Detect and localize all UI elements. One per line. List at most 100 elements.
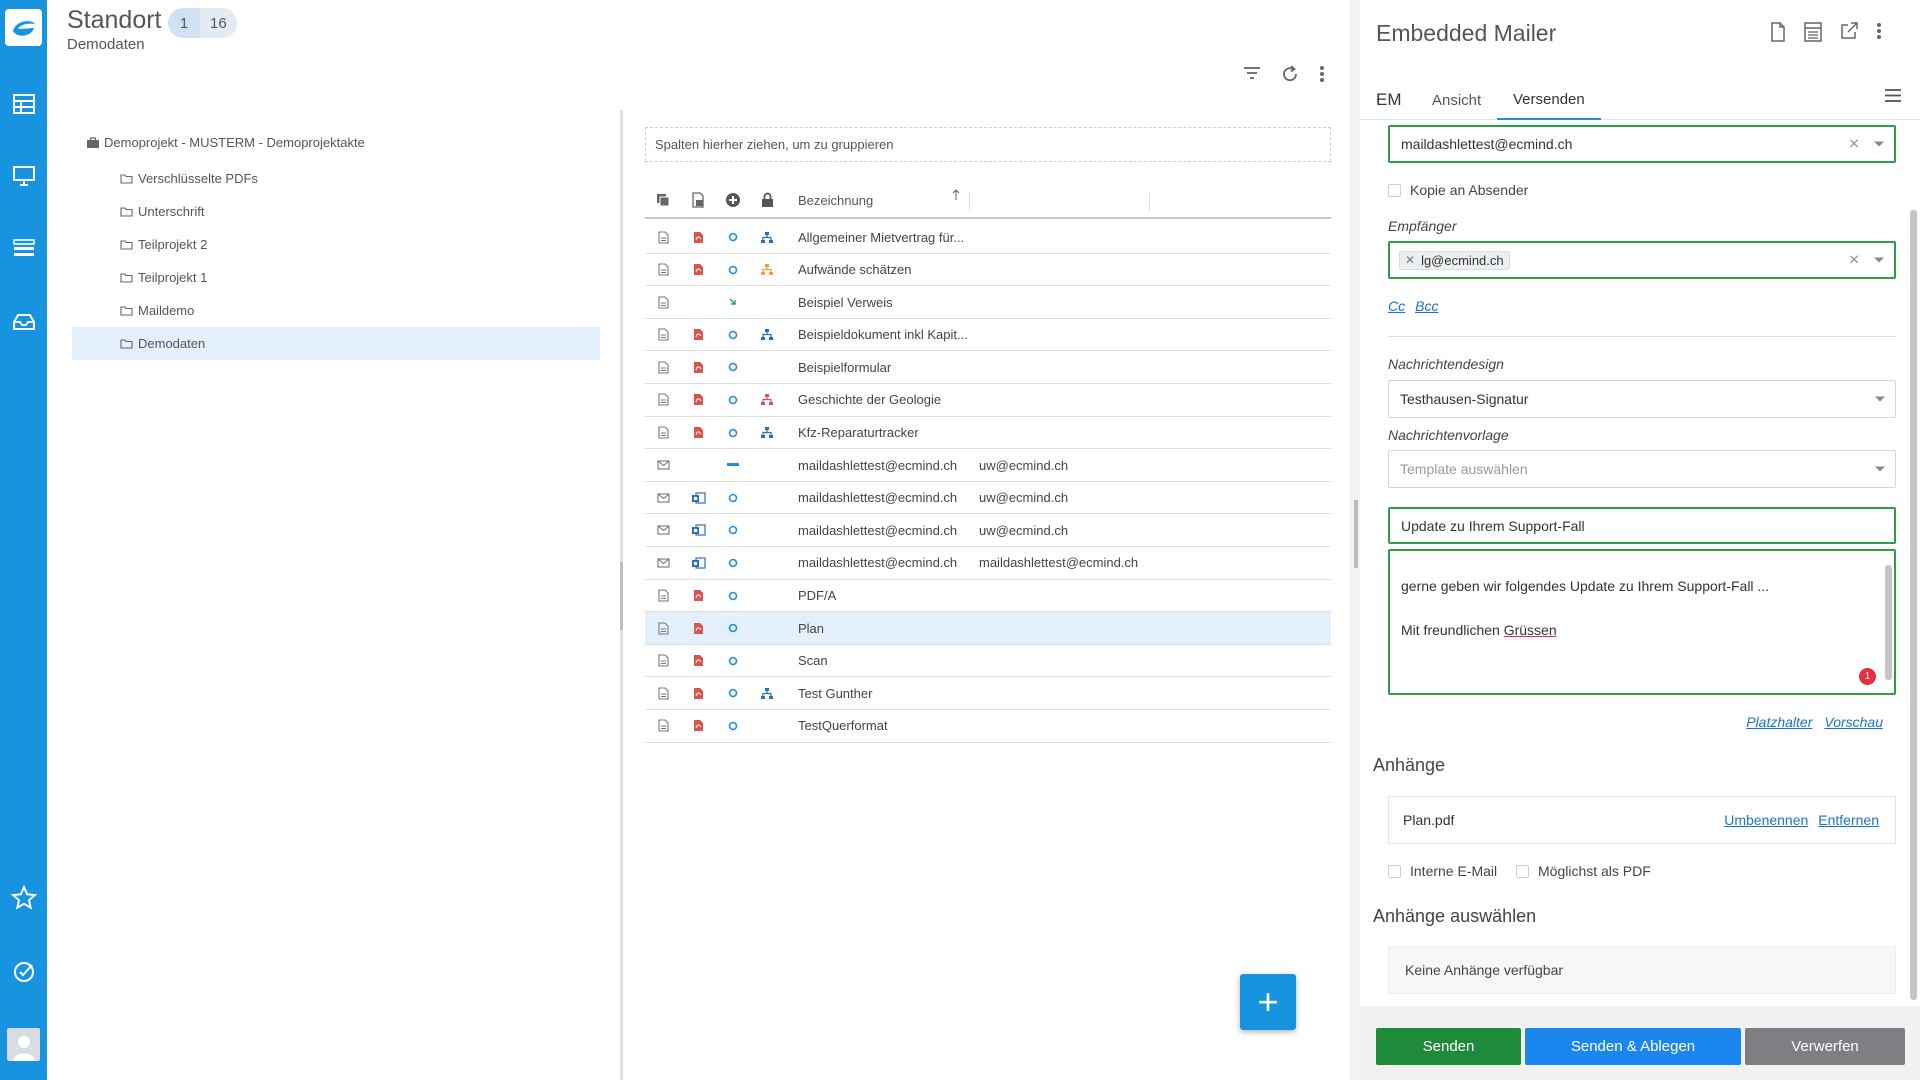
bcc-link[interactable]: Bcc bbox=[1415, 298, 1438, 314]
table-row[interactable]: Beispiel Verweis bbox=[645, 286, 1331, 319]
table-row[interactable]: Kfz-Reparaturtracker bbox=[645, 417, 1331, 450]
editor-scrollbar[interactable] bbox=[1885, 565, 1892, 680]
clear-icon[interactable]: ✕ bbox=[1848, 136, 1860, 153]
count-badge-1[interactable]: 1 bbox=[168, 8, 200, 38]
table-row[interactable]: maildashlettest@ecmind.ch uw@ecmind.ch bbox=[645, 449, 1331, 482]
send-button[interactable]: Senden bbox=[1376, 1028, 1521, 1065]
tree-item[interactable]: Teilprojekt 2 bbox=[72, 228, 600, 261]
subject-input[interactable]: Update zu Ihrem Support-Fall bbox=[1388, 507, 1896, 544]
cc-link[interactable]: Cc bbox=[1388, 298, 1405, 314]
monitor-icon[interactable] bbox=[0, 156, 47, 196]
design-label: Nachrichtendesign bbox=[1388, 356, 1504, 372]
chevron-down-icon[interactable] bbox=[1875, 396, 1885, 402]
group-drop-zone[interactable]: Spalten hierher ziehen, um zu gruppieren bbox=[645, 127, 1331, 162]
logo-icon[interactable] bbox=[5, 9, 42, 46]
tree-item[interactable]: Verschlüsselte PDFs bbox=[72, 162, 600, 195]
inbox-icon[interactable] bbox=[0, 302, 47, 342]
template-select[interactable]: Template auswählen bbox=[1388, 450, 1896, 488]
pane-divider[interactable] bbox=[620, 110, 623, 1080]
star-icon[interactable] bbox=[0, 878, 47, 918]
table-row[interactable]: Aufwände schätzen bbox=[645, 254, 1331, 287]
briefcase-icon bbox=[87, 136, 99, 148]
table-row[interactable]: maildashlettest@ecmind.ch uw@ecmind.ch bbox=[645, 482, 1331, 515]
as-pdf-checkbox[interactable]: Möglichst als PDF bbox=[1516, 863, 1651, 879]
tab-ansicht[interactable]: Ansicht bbox=[1432, 80, 1481, 120]
hamburger-menu-icon[interactable] bbox=[1884, 88, 1902, 108]
clear-icon[interactable]: ✕ bbox=[1848, 252, 1860, 269]
table-row[interactable]: PDF/A bbox=[645, 580, 1331, 613]
tree-item[interactable]: Teilprojekt 1 bbox=[72, 261, 600, 294]
copy-col-icon[interactable] bbox=[653, 183, 673, 217]
more-vertical-icon[interactable] bbox=[1319, 65, 1325, 88]
send-and-file-button[interactable]: Senden & Ablegen bbox=[1525, 1028, 1741, 1065]
chevron-down-icon[interactable] bbox=[1875, 466, 1885, 472]
status-circle-icon bbox=[725, 384, 741, 416]
table-row[interactable]: Geschichte der Geologie bbox=[645, 384, 1331, 417]
table-row[interactable]: Plan bbox=[645, 612, 1331, 645]
open-external-icon[interactable] bbox=[1840, 22, 1858, 47]
recipient-tag: ✕ lg@ecmind.ch bbox=[1399, 250, 1510, 270]
panel-scrollbar[interactable] bbox=[1910, 210, 1917, 1000]
check-circle-icon[interactable] bbox=[0, 952, 47, 992]
recipients-input[interactable]: ✕ lg@ecmind.ch ✕ bbox=[1388, 241, 1896, 279]
remove-recipient-icon[interactable]: ✕ bbox=[1405, 253, 1415, 267]
document-icon[interactable] bbox=[1770, 22, 1786, 47]
sort-ascending-icon[interactable] bbox=[952, 178, 960, 212]
user-avatar-icon[interactable] bbox=[7, 1028, 40, 1061]
column-header-name[interactable]: Bezeichnung bbox=[798, 183, 873, 217]
row-name: Beispielformular bbox=[798, 359, 892, 375]
folder-icon bbox=[120, 273, 133, 283]
count-badge-2[interactable]: 16 bbox=[200, 8, 237, 38]
chevron-down-icon[interactable] bbox=[1874, 141, 1884, 147]
add-circle-col-icon[interactable] bbox=[723, 183, 743, 217]
more-vertical-icon[interactable] bbox=[1876, 22, 1882, 47]
outlook-icon bbox=[690, 482, 706, 514]
message-body-editor[interactable]: gerne geben wir folgendes Update zu Ihre… bbox=[1388, 549, 1896, 695]
panel-splitter[interactable] bbox=[1350, 0, 1360, 1080]
rename-attachment-link[interactable]: Umbenennen bbox=[1724, 812, 1808, 828]
divider bbox=[1388, 336, 1896, 337]
table-row[interactable]: Scan bbox=[645, 645, 1331, 678]
status-circle-icon bbox=[725, 645, 741, 677]
refresh-icon[interactable] bbox=[1281, 65, 1299, 88]
filter-icon[interactable] bbox=[1243, 65, 1261, 88]
discard-button[interactable]: Verwerfen bbox=[1745, 1028, 1905, 1065]
tree-item[interactable]: Maildemo bbox=[72, 294, 600, 327]
list-icon[interactable] bbox=[0, 228, 47, 268]
pdf-icon bbox=[690, 221, 706, 253]
remove-attachment-link[interactable]: Entfernen bbox=[1818, 812, 1879, 828]
internal-email-checkbox[interactable]: Interne E-Mail bbox=[1388, 863, 1497, 879]
preview-link[interactable]: Vorschau bbox=[1824, 714, 1883, 730]
table-row[interactable]: Test Gunther bbox=[645, 677, 1331, 710]
tree-item[interactable]: Unterschrift bbox=[72, 195, 600, 228]
pdf-icon bbox=[690, 319, 706, 351]
design-select[interactable]: Testhausen-Signatur bbox=[1388, 380, 1896, 418]
placeholder-link[interactable]: Platzhalter bbox=[1746, 714, 1812, 730]
status-circle-icon bbox=[725, 547, 741, 579]
tree-item[interactable]: Demodaten bbox=[72, 327, 600, 360]
spellcheck-error-badge[interactable]: 1 bbox=[1859, 668, 1876, 685]
file-col-icon[interactable] bbox=[688, 183, 708, 217]
copy-to-sender-checkbox[interactable]: Kopie an Absender bbox=[1388, 182, 1528, 198]
document-icon bbox=[655, 254, 671, 286]
misspelled-word[interactable]: Grüssen bbox=[1504, 622, 1557, 638]
add-button[interactable]: + bbox=[1240, 974, 1296, 1030]
tab-versenden[interactable]: Versenden bbox=[1497, 80, 1601, 120]
tab-em[interactable]: EM bbox=[1376, 80, 1402, 120]
table-row[interactable]: Beispielformular bbox=[645, 351, 1331, 384]
design-value: Testhausen-Signatur bbox=[1400, 391, 1529, 407]
chevron-down-icon[interactable] bbox=[1874, 257, 1884, 263]
table-row[interactable]: Allgemeiner Mietvertrag für... bbox=[645, 221, 1331, 254]
sender-select[interactable]: maildashlettest@ecmind.ch ✕ bbox=[1388, 125, 1896, 163]
mailer-tabs: EM Ansicht Versenden bbox=[1360, 80, 1920, 120]
table-view-icon[interactable] bbox=[1804, 22, 1822, 47]
table-row[interactable]: maildashlettest@ecmind.ch uw@ecmind.ch bbox=[645, 514, 1331, 547]
table-row[interactable]: Beispieldokument inkl Kapit... bbox=[645, 319, 1331, 352]
status-circle-icon bbox=[725, 351, 741, 383]
tree-root[interactable]: Demoprojekt - MUSTERM - Demoprojektakte bbox=[86, 135, 365, 150]
lock-col-icon[interactable] bbox=[757, 183, 777, 217]
table-row[interactable]: TestQuerformat bbox=[645, 710, 1331, 743]
grid-icon[interactable] bbox=[0, 84, 47, 124]
table-row[interactable]: maildashlettest@ecmind.ch maildashlettest… bbox=[645, 547, 1331, 580]
nav-rail bbox=[0, 0, 47, 1080]
